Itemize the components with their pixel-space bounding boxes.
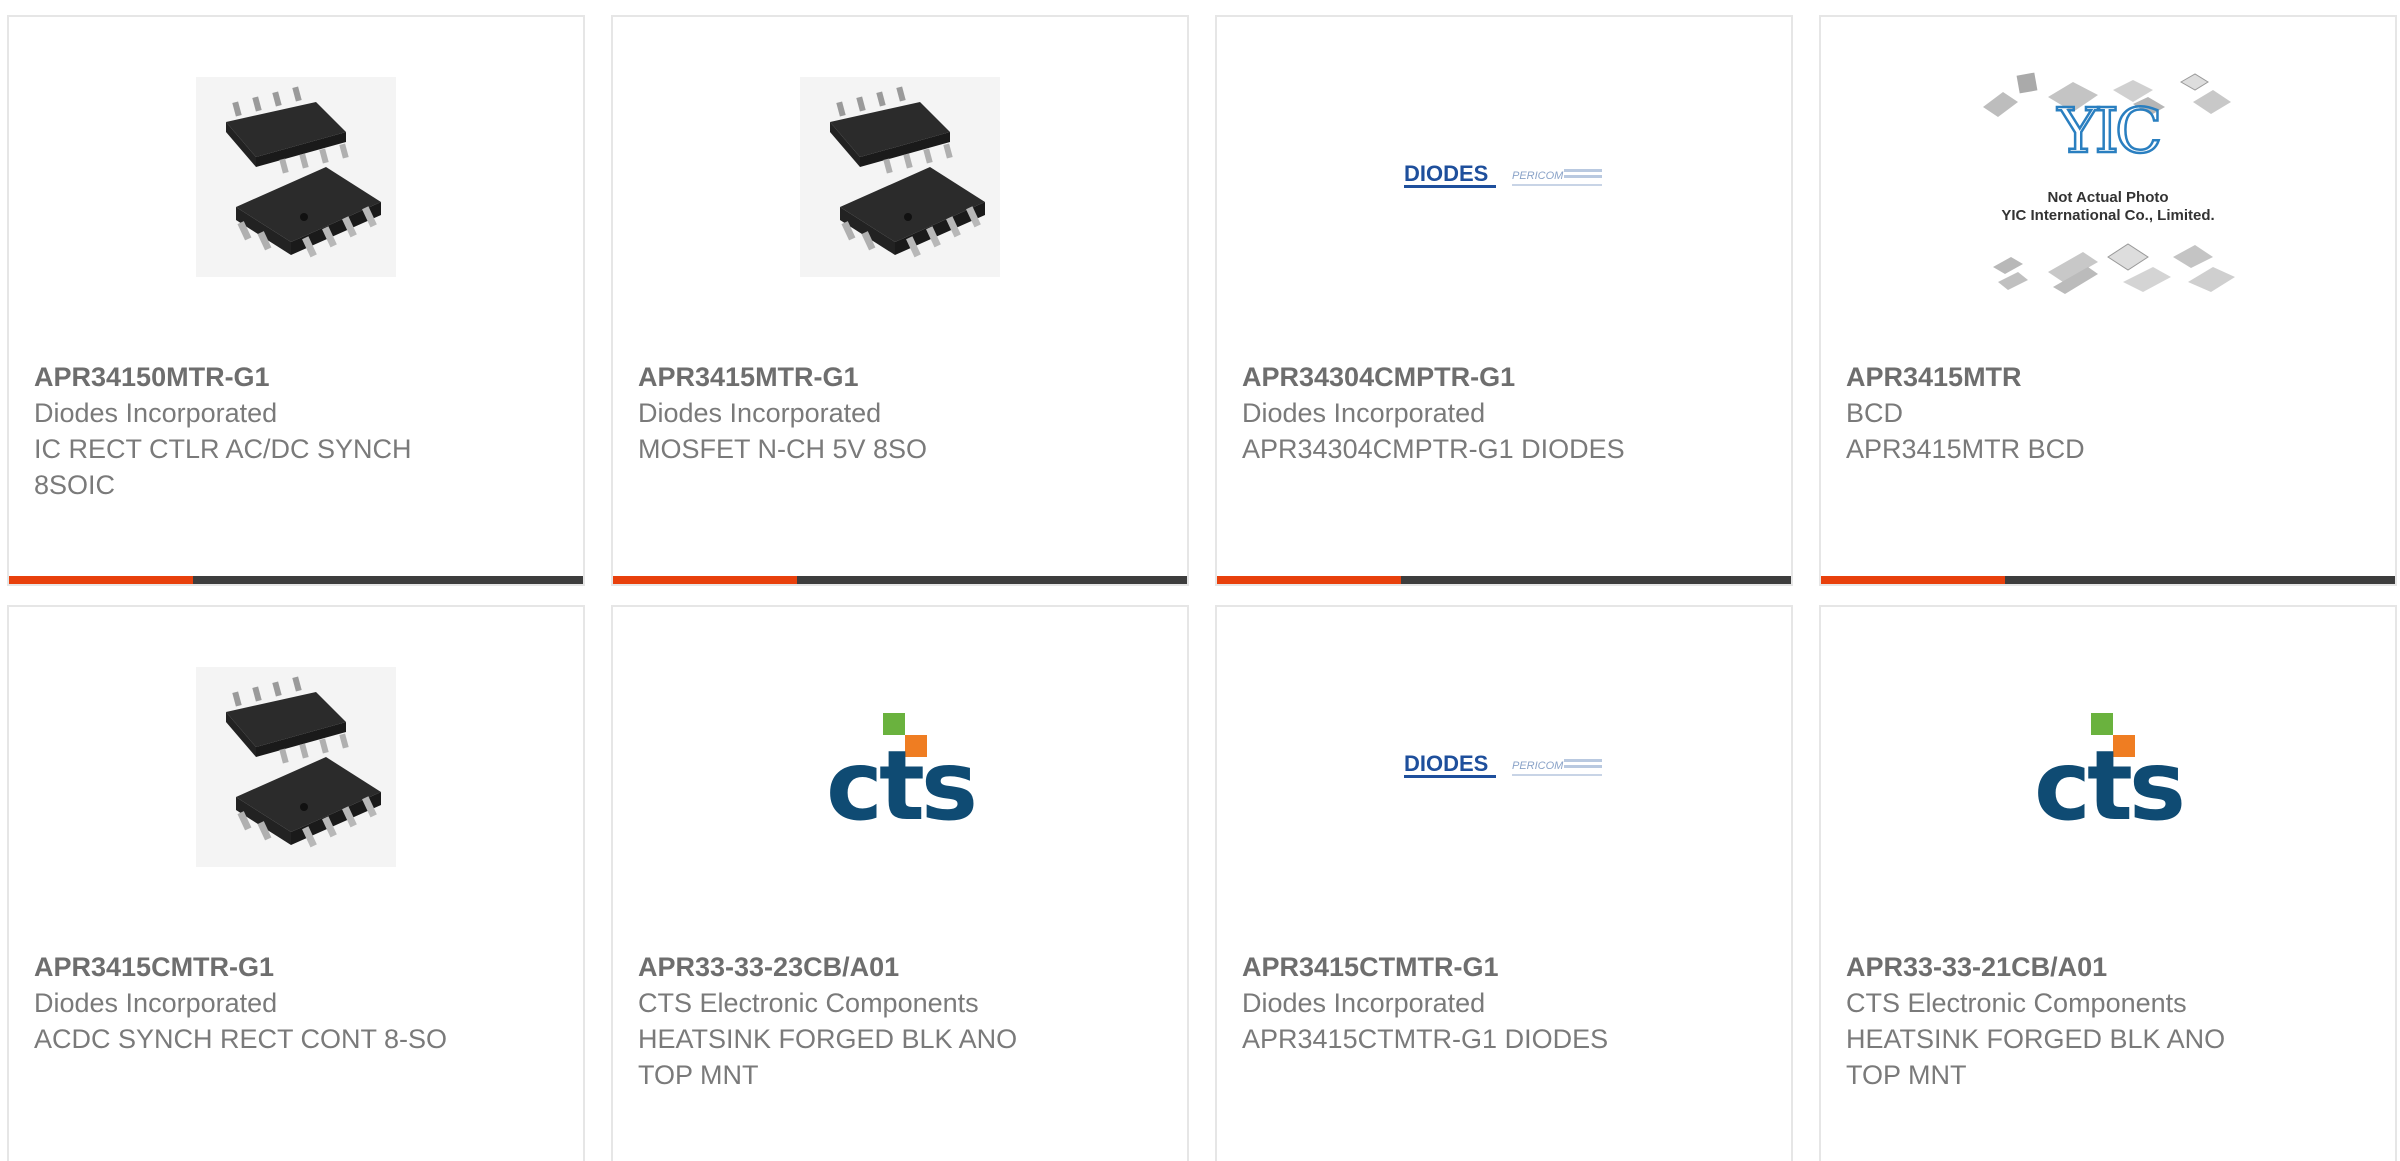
product-image[interactable]: DIODES PERICOM [1217, 67, 1791, 287]
product-info: APR33-33-23CB/A01 CTS Electronic Compone… [638, 949, 1058, 1093]
part-number-link[interactable]: APR3415MTR-G1 [638, 359, 1058, 395]
manufacturer: Diodes Incorporated [1242, 988, 1486, 1018]
product-info: APR3415CMTR-G1 Diodes Incorporated ACDC … [34, 949, 454, 1057]
card-bottom-bar [9, 576, 583, 584]
description: HEATSINK FORGED BLK ANO TOP MNT [638, 1024, 1018, 1090]
product-image[interactable]: cts [1821, 657, 2395, 877]
product-image[interactable]: cts [613, 657, 1187, 877]
manufacturer: Diodes Incorporated [638, 398, 882, 428]
yic-company-text: YIC International Co., Limited. [2001, 207, 2214, 224]
diodes-logo-text: DIODES [1404, 161, 1488, 186]
card-accent-bar [1821, 576, 2005, 584]
not-actual-photo-text: Not Actual Photo [2047, 189, 2168, 206]
manufacturer: Diodes Incorporated [34, 988, 278, 1018]
description: MOSFET N-CH 5V 8SO [638, 434, 928, 464]
cts-logo-text: cts [826, 730, 974, 827]
product-image[interactable] [9, 657, 583, 877]
card-bottom-bar [1217, 576, 1791, 584]
yic-placeholder-image: YIC Not Actual Photo YIC International C… [1973, 62, 2243, 302]
part-number-link[interactable]: APR33-33-21CB/A01 [1846, 949, 2266, 985]
manufacturer: CTS Electronic Components [638, 988, 979, 1018]
product-card[interactable]: YIC Not Actual Photo YIC International C… [1819, 15, 2397, 586]
part-number-link[interactable]: APR34150MTR-G1 [34, 359, 454, 395]
product-card[interactable]: DIODES PERICOM APR3415CTMTR-G1 Diodes In… [1215, 605, 1793, 1161]
pericom-logo-text: PERICOM [1512, 760, 1564, 772]
diodes-pericom-logo: DIODES PERICOM [1404, 161, 1602, 188]
card-accent-bar [1217, 576, 1401, 584]
product-info: APR3415MTR-G1 Diodes Incorporated MOSFET… [638, 359, 1058, 467]
product-info: APR34150MTR-G1 Diodes Incorporated IC RE… [34, 359, 454, 503]
product-image[interactable] [9, 67, 583, 287]
soic-8-package-icon [196, 667, 396, 867]
card-accent-bar [613, 576, 797, 584]
part-number-link[interactable]: APR33-33-23CB/A01 [638, 949, 1058, 985]
part-number-link[interactable]: APR3415CTMTR-G1 [1242, 949, 1662, 985]
product-info: APR3415MTR BCD APR3415MTR BCD [1846, 359, 2266, 467]
description: IC RECT CTLR AC/DC SYNCH 8SOIC [34, 434, 412, 500]
cts-logo: cts [2034, 713, 2186, 827]
part-number-link[interactable]: APR3415CMTR-G1 [34, 949, 454, 985]
diodes-logo-text: DIODES [1404, 751, 1488, 776]
product-image[interactable]: DIODES PERICOM [1217, 657, 1791, 877]
product-card[interactable]: cts APR33-33-23CB/A01 CTS Electronic Com… [611, 605, 1189, 1161]
manufacturer: Diodes Incorporated [1242, 398, 1486, 428]
manufacturer: BCD [1846, 398, 1904, 428]
product-info: APR3415CTMTR-G1 Diodes Incorporated APR3… [1242, 949, 1662, 1057]
product-card[interactable]: APR3415CMTR-G1 Diodes Incorporated ACDC … [7, 605, 585, 1161]
manufacturer: Diodes Incorporated [34, 398, 278, 428]
card-bottom-bar [613, 576, 1187, 584]
product-image[interactable]: YIC Not Actual Photo YIC International C… [1821, 57, 2395, 307]
product-card[interactable]: APR3415MTR-G1 Diodes Incorporated MOSFET… [611, 15, 1189, 586]
diodes-pericom-logo: DIODES PERICOM [1404, 751, 1602, 778]
card-accent-bar [9, 576, 193, 584]
manufacturer: CTS Electronic Components [1846, 988, 2187, 1018]
cts-logo-text: cts [2034, 730, 2182, 827]
description: APR3415MTR BCD [1846, 434, 2085, 464]
pericom-logo-text: PERICOM [1512, 170, 1564, 182]
part-number-link[interactable]: APR3415MTR [1846, 359, 2266, 395]
product-card[interactable]: APR34150MTR-G1 Diodes Incorporated IC RE… [7, 15, 585, 586]
cts-logo: cts [826, 713, 978, 827]
part-number-link[interactable]: APR34304CMPTR-G1 [1242, 359, 1662, 395]
card-bottom-bar [1821, 576, 2395, 584]
product-card[interactable]: cts APR33-33-21CB/A01 CTS Electronic Com… [1819, 605, 2397, 1161]
yic-logo: YIC [2057, 94, 2159, 167]
product-info: APR34304CMPTR-G1 Diodes Incorporated APR… [1242, 359, 1662, 467]
product-info: APR33-33-21CB/A01 CTS Electronic Compone… [1846, 949, 2266, 1093]
soic-8-package-icon [800, 77, 1000, 277]
description: APR34304CMPTR-G1 DIODES [1242, 434, 1625, 464]
product-grid: APR34150MTR-G1 Diodes Incorporated IC RE… [0, 0, 2400, 1161]
product-card[interactable]: DIODES PERICOM APR34304CMPTR-G1 Diodes I… [1215, 15, 1793, 586]
description: APR3415CTMTR-G1 DIODES [1242, 1024, 1609, 1054]
product-image[interactable] [613, 67, 1187, 287]
description: HEATSINK FORGED BLK ANO TOP MNT [1846, 1024, 2226, 1090]
soic-8-package-icon [196, 77, 396, 277]
description: ACDC SYNCH RECT CONT 8-SO [34, 1024, 448, 1054]
